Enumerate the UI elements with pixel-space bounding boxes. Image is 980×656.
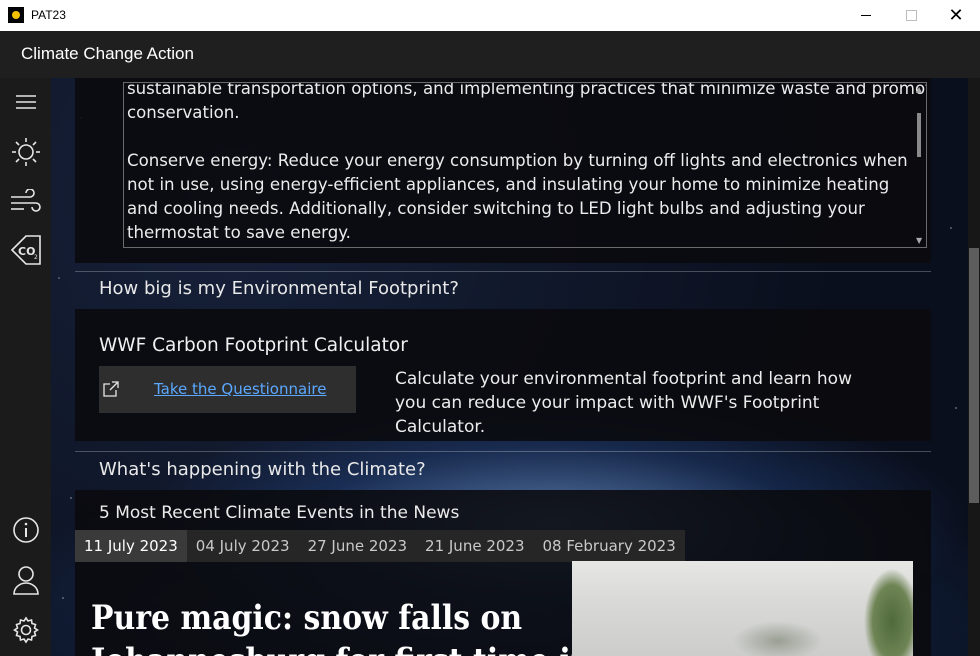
external-link-icon bbox=[103, 381, 119, 401]
tab-11-july-2023[interactable]: 11 July 2023 bbox=[75, 530, 187, 562]
wind-icon[interactable] bbox=[10, 186, 42, 218]
tips-conserve-paragraph: Conserve energy: Reduce your energy cons… bbox=[127, 151, 908, 242]
climate-section-header: What's happening with the Climate? bbox=[75, 451, 931, 490]
tips-scrollbar[interactable]: ▲ ▼ bbox=[914, 83, 926, 247]
main-scroll-thumb[interactable] bbox=[969, 248, 979, 503]
tips-scroll-thumb[interactable] bbox=[917, 113, 921, 157]
news-headline-line-1[interactable]: Pure magic: snow falls on bbox=[91, 598, 522, 638]
news-photo[interactable] bbox=[572, 561, 913, 656]
app-logo-icon bbox=[8, 7, 24, 23]
hamburger-menu-icon[interactable] bbox=[10, 86, 42, 118]
left-nav: CO 2 bbox=[0, 78, 51, 656]
co2-icon[interactable]: CO 2 bbox=[10, 234, 42, 266]
questionnaire-link[interactable]: Take the Questionnaire bbox=[154, 380, 326, 398]
app-title: Climate Change Action bbox=[21, 44, 194, 63]
tips-partial-line: sustainable transportation options, and … bbox=[127, 82, 927, 98]
photo-distant-trees bbox=[722, 616, 862, 656]
photo-tree bbox=[843, 561, 913, 656]
climate-heading: What's happening with the Climate? bbox=[99, 459, 426, 480]
footprint-heading: How big is my Environmental Footprint? bbox=[99, 278, 459, 299]
co2-icon-label: CO bbox=[18, 245, 35, 258]
tab-27-june-2023[interactable]: 27 June 2023 bbox=[299, 530, 416, 562]
news-card: 5 Most Recent Climate Events in the News… bbox=[75, 490, 931, 656]
scroll-up-icon[interactable]: ▲ bbox=[916, 85, 922, 94]
news-date-tabs: 11 July 2023 04 July 2023 27 June 2023 2… bbox=[75, 530, 685, 562]
calculator-title: WWF Carbon Footprint Calculator bbox=[99, 335, 408, 356]
tips-textbox[interactable]: sustainable transportation options, and … bbox=[123, 82, 927, 248]
tab-04-july-2023[interactable]: 04 July 2023 bbox=[187, 530, 299, 562]
window-title: PAT23 bbox=[31, 8, 66, 22]
news-headline-line-2[interactable]: Johannesburg for first time in 11 bbox=[91, 641, 644, 656]
main-scrollbar[interactable] bbox=[968, 78, 980, 656]
co2-icon-subscript: 2 bbox=[34, 254, 38, 261]
app-header: Climate Change Action bbox=[0, 31, 980, 78]
sun-icon[interactable] bbox=[10, 136, 42, 168]
footprint-section-header: How big is my Environmental Footprint? bbox=[75, 271, 931, 308]
tips-card: sustainable transportation options, and … bbox=[75, 78, 931, 263]
user-icon[interactable] bbox=[10, 564, 42, 596]
maximize-button[interactable] bbox=[888, 0, 934, 31]
window-title-bar: PAT23 ✕ bbox=[0, 0, 980, 31]
minimize-button[interactable] bbox=[843, 0, 889, 31]
main-content: sustainable transportation options, and … bbox=[51, 78, 968, 656]
calculator-description: Calculate your environmental footprint a… bbox=[395, 369, 852, 437]
tips-line-2: conservation. bbox=[127, 103, 240, 122]
settings-icon[interactable] bbox=[10, 614, 42, 646]
calculator-card: WWF Carbon Footprint Calculator Take the… bbox=[75, 309, 931, 441]
info-icon[interactable] bbox=[10, 514, 42, 546]
news-title: 5 Most Recent Climate Events in the News bbox=[99, 503, 460, 523]
tab-21-june-2023[interactable]: 21 June 2023 bbox=[416, 530, 533, 562]
questionnaire-button[interactable]: Take the Questionnaire bbox=[99, 366, 356, 413]
scroll-down-icon[interactable]: ▼ bbox=[916, 236, 922, 245]
tab-08-february-2023[interactable]: 08 February 2023 bbox=[534, 530, 685, 562]
close-button[interactable]: ✕ bbox=[933, 0, 979, 31]
